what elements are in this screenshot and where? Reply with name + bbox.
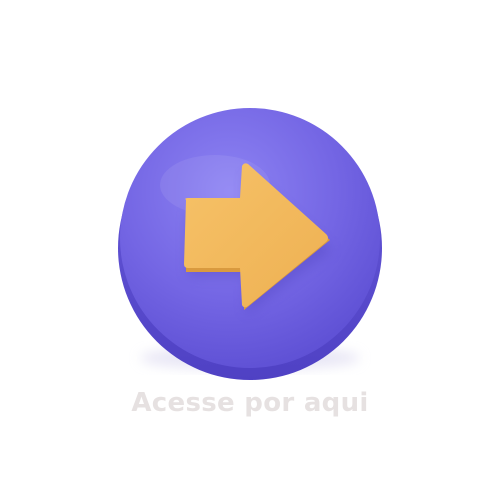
round-button-graphic: [118, 108, 382, 380]
access-button[interactable]: [110, 100, 390, 380]
page-canvas: Acesse por aqui: [0, 0, 500, 500]
access-label[interactable]: Acesse por aqui: [0, 388, 500, 418]
